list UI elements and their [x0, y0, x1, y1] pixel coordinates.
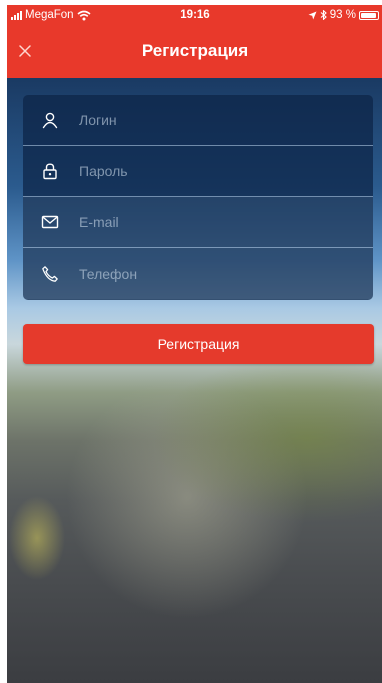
bluetooth-icon: [320, 10, 327, 20]
password-field[interactable]: [23, 146, 373, 197]
lock-icon: [41, 162, 59, 180]
email-input[interactable]: [79, 214, 319, 230]
status-right: 93 %: [308, 9, 379, 21]
page-title: Регистрация: [141, 41, 249, 60]
login-field[interactable]: [23, 95, 373, 146]
nav-bar: Регистрация: [7, 25, 382, 85]
email-field[interactable]: [23, 197, 373, 248]
battery-percent: 93 %: [329, 9, 356, 21]
user-icon: [41, 111, 59, 129]
app-screen: MegaFon 19:16 93 % Регистрация Логин E-m…: [7, 5, 382, 683]
mail-icon: [41, 213, 59, 231]
registration-form: [23, 95, 373, 300]
login-input[interactable]: [79, 112, 319, 128]
phone-input[interactable]: [79, 265, 319, 282]
phone-icon: [41, 265, 59, 283]
status-bar: MegaFon 19:16 93 %: [7, 5, 382, 25]
password-input[interactable]: [79, 163, 319, 179]
register-button[interactable]: Регистрация: [23, 324, 374, 364]
location-arrow-icon: [308, 11, 317, 19]
phone-field[interactable]: [23, 248, 373, 299]
battery-icon: [359, 10, 379, 20]
battery-fill: [361, 12, 376, 18]
